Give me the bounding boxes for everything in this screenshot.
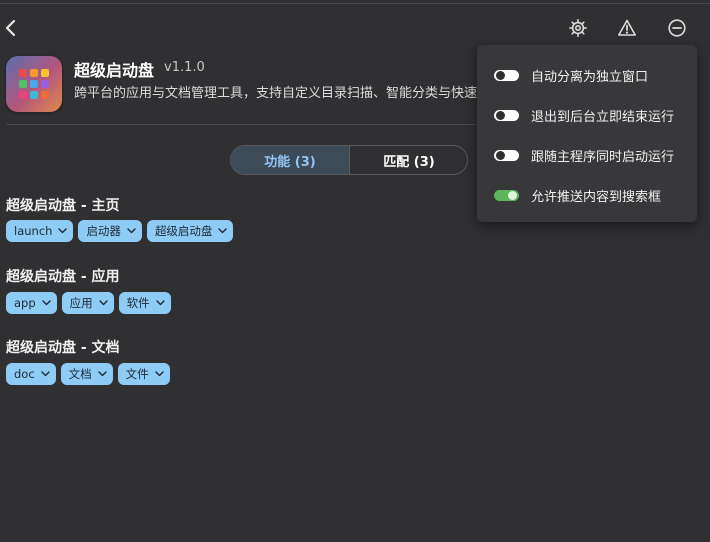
chevron-down-icon <box>127 228 136 234</box>
keyword-label: 启动器 <box>86 224 121 238</box>
toggle-knob <box>496 70 505 80</box>
toggle-knob <box>508 190 517 200</box>
keyword-chip[interactable]: app <box>6 292 57 314</box>
chevron-down-icon <box>58 228 68 234</box>
keyword-chip[interactable]: 文件 <box>117 363 170 385</box>
remove-button[interactable] <box>665 16 689 40</box>
app-icon-dot <box>41 91 49 99</box>
gear-icon <box>568 18 588 38</box>
top-divider <box>0 3 710 4</box>
keyword-list: app 应用 软件 <box>6 292 176 314</box>
tab-features[interactable]: 功能 (3) <box>231 146 350 174</box>
chevron-down-icon <box>40 371 50 377</box>
menu-item-push-to-search[interactable]: 允许推送内容到搜索框 <box>494 185 661 205</box>
chevron-down-icon <box>155 300 165 306</box>
keyword-chip[interactable]: 超级启动盘 <box>146 220 234 242</box>
toggle-switch[interactable] <box>494 109 519 121</box>
menu-item-launch-with-main[interactable]: 跟随主程序同时启动运行 <box>494 145 674 165</box>
menu-item-label: 允许推送内容到搜索框 <box>531 189 662 205</box>
app-icon <box>6 56 62 112</box>
app-icon-dot <box>19 69 27 77</box>
toggle-knob <box>496 110 505 120</box>
tab-switcher: 功能 (3) 匹配 (3) <box>230 145 468 175</box>
report-button[interactable] <box>615 16 639 40</box>
keyword-label: 软件 <box>126 296 150 310</box>
menu-item-label: 退出到后台立即结束运行 <box>531 109 675 125</box>
app-icon-grid <box>19 69 49 99</box>
chevron-down-icon <box>98 300 108 306</box>
chevron-left-icon <box>5 19 16 37</box>
keyword-chip[interactable]: 软件 <box>118 292 171 314</box>
chevron-down-icon <box>41 300 51 306</box>
chevron-down-icon <box>218 228 228 234</box>
keyword-chip[interactable]: doc <box>6 363 56 385</box>
app-icon-dot <box>30 91 38 99</box>
keyword-chip[interactable]: 文档 <box>60 363 113 385</box>
keyword-list: doc 文档 文件 <box>6 363 175 385</box>
keyword-chip[interactable]: launch <box>6 220 74 242</box>
settings-menu: 自动分离为独立窗口 退出到后台立即结束运行 跟随主程序同时启动运行 允许推送内容… <box>477 45 697 222</box>
feature-title: 超级启动盘 - 文档 <box>6 340 120 356</box>
toggle-switch[interactable] <box>494 149 519 161</box>
chevron-down-icon <box>154 371 164 377</box>
warning-icon <box>618 19 636 36</box>
settings-button[interactable] <box>566 16 590 40</box>
toggle-switch[interactable] <box>494 69 519 81</box>
feature-title: 超级启动盘 - 应用 <box>6 269 120 285</box>
chevron-down-icon <box>97 371 107 377</box>
menu-item-detach-window[interactable]: 自动分离为独立窗口 <box>494 65 648 85</box>
toggle-knob <box>496 150 505 160</box>
back-button[interactable] <box>2 16 20 40</box>
menu-item-label: 自动分离为独立窗口 <box>531 69 649 85</box>
tab-matches[interactable]: 匹配 (3) <box>350 146 467 174</box>
app-icon-dot <box>30 80 38 88</box>
plugin-version: v1.1.0 <box>164 60 205 75</box>
app-icon-dot <box>30 69 38 77</box>
plugin-description: 跨平台的应用与文档管理工具，支持自定义目录扫描、智能分类与快速 <box>74 86 478 101</box>
app-icon-dot <box>41 69 49 77</box>
plugin-name: 超级启动盘 <box>74 61 155 80</box>
keyword-label: launch <box>14 224 53 238</box>
keyword-label: 文件 <box>125 367 149 381</box>
keyword-label: doc <box>14 367 35 381</box>
menu-item-label: 跟随主程序同时启动运行 <box>531 149 675 165</box>
app-icon-dot <box>19 91 27 99</box>
keyword-label: 应用 <box>69 296 93 310</box>
keyword-chip[interactable]: 应用 <box>61 292 114 314</box>
keyword-label: app <box>14 296 36 310</box>
minus-circle-icon <box>668 19 686 37</box>
menu-item-exit-background[interactable]: 退出到后台立即结束运行 <box>494 105 674 125</box>
keyword-label: 超级启动盘 <box>154 224 213 238</box>
keyword-label: 文档 <box>68 367 92 381</box>
plugin-detail-page: 超级启动盘 v1.1.0 跨平台的应用与文档管理工具，支持自定义目录扫描、智能分… <box>0 0 710 542</box>
keyword-list: launch 启动器 超级启动盘 <box>6 220 238 242</box>
header-divider <box>6 124 476 125</box>
toggle-switch[interactable] <box>494 189 519 201</box>
keyword-chip[interactable]: 启动器 <box>78 220 142 242</box>
app-icon-dot <box>19 80 27 88</box>
app-icon-dot <box>41 80 49 88</box>
feature-title: 超级启动盘 - 主页 <box>6 198 120 214</box>
